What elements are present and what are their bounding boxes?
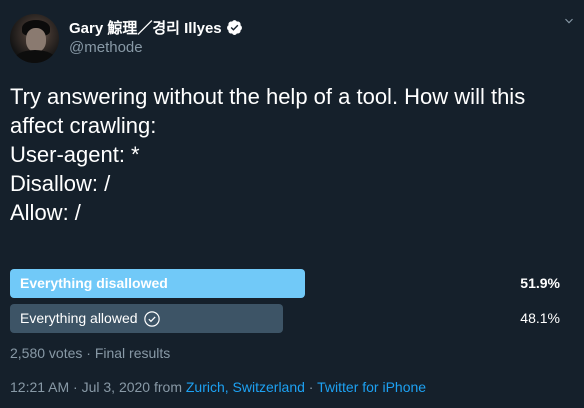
poll-option-1: Everything disallowed 51.9% (10, 269, 575, 298)
location-link[interactable]: Zurich, Switzerland (186, 379, 305, 395)
tweet-line: Disallow: / (10, 171, 111, 196)
source-link[interactable]: Twitter for iPhone (317, 379, 426, 395)
author-handle[interactable]: @methode (69, 39, 143, 56)
tweet-text: Try answering without the help of a tool… (10, 82, 575, 227)
poll-option-percent: 48.1% (520, 310, 560, 326)
tweet-timestamp[interactable]: 12:21 AM · Jul 3, 2020 from (10, 379, 186, 395)
tweet-line: User-agent: * (10, 142, 140, 167)
poll-option-2: Everything allowed 48.1% (10, 304, 575, 333)
tweet-meta: 12:21 AM · Jul 3, 2020 from Zurich, Swit… (10, 379, 426, 395)
verified-badge-icon (226, 20, 242, 35)
poll-summary: 2,580 votes · Final results (10, 345, 171, 361)
avatar-body (14, 50, 56, 63)
voted-check-icon (143, 310, 160, 327)
avatar[interactable] (10, 14, 59, 63)
poll-option-percent: 51.9% (520, 275, 560, 291)
author-display-name[interactable]: Gary 鯨理／경리 Illyes (69, 17, 222, 38)
tweet-line: affect crawling: (10, 113, 157, 138)
author-name-row[interactable]: Gary 鯨理／경리 Illyes (69, 17, 243, 38)
chevron-down-icon[interactable] (562, 14, 576, 28)
meta-separator: · (304, 379, 318, 395)
poll-option-label: Everything disallowed (20, 275, 168, 291)
tweet-line: Try answering without the help of a tool… (10, 84, 526, 109)
avatar-face (26, 28, 46, 52)
tweet-line: Allow: / (10, 200, 81, 225)
poll-option-label: Everything allowed (20, 304, 161, 333)
